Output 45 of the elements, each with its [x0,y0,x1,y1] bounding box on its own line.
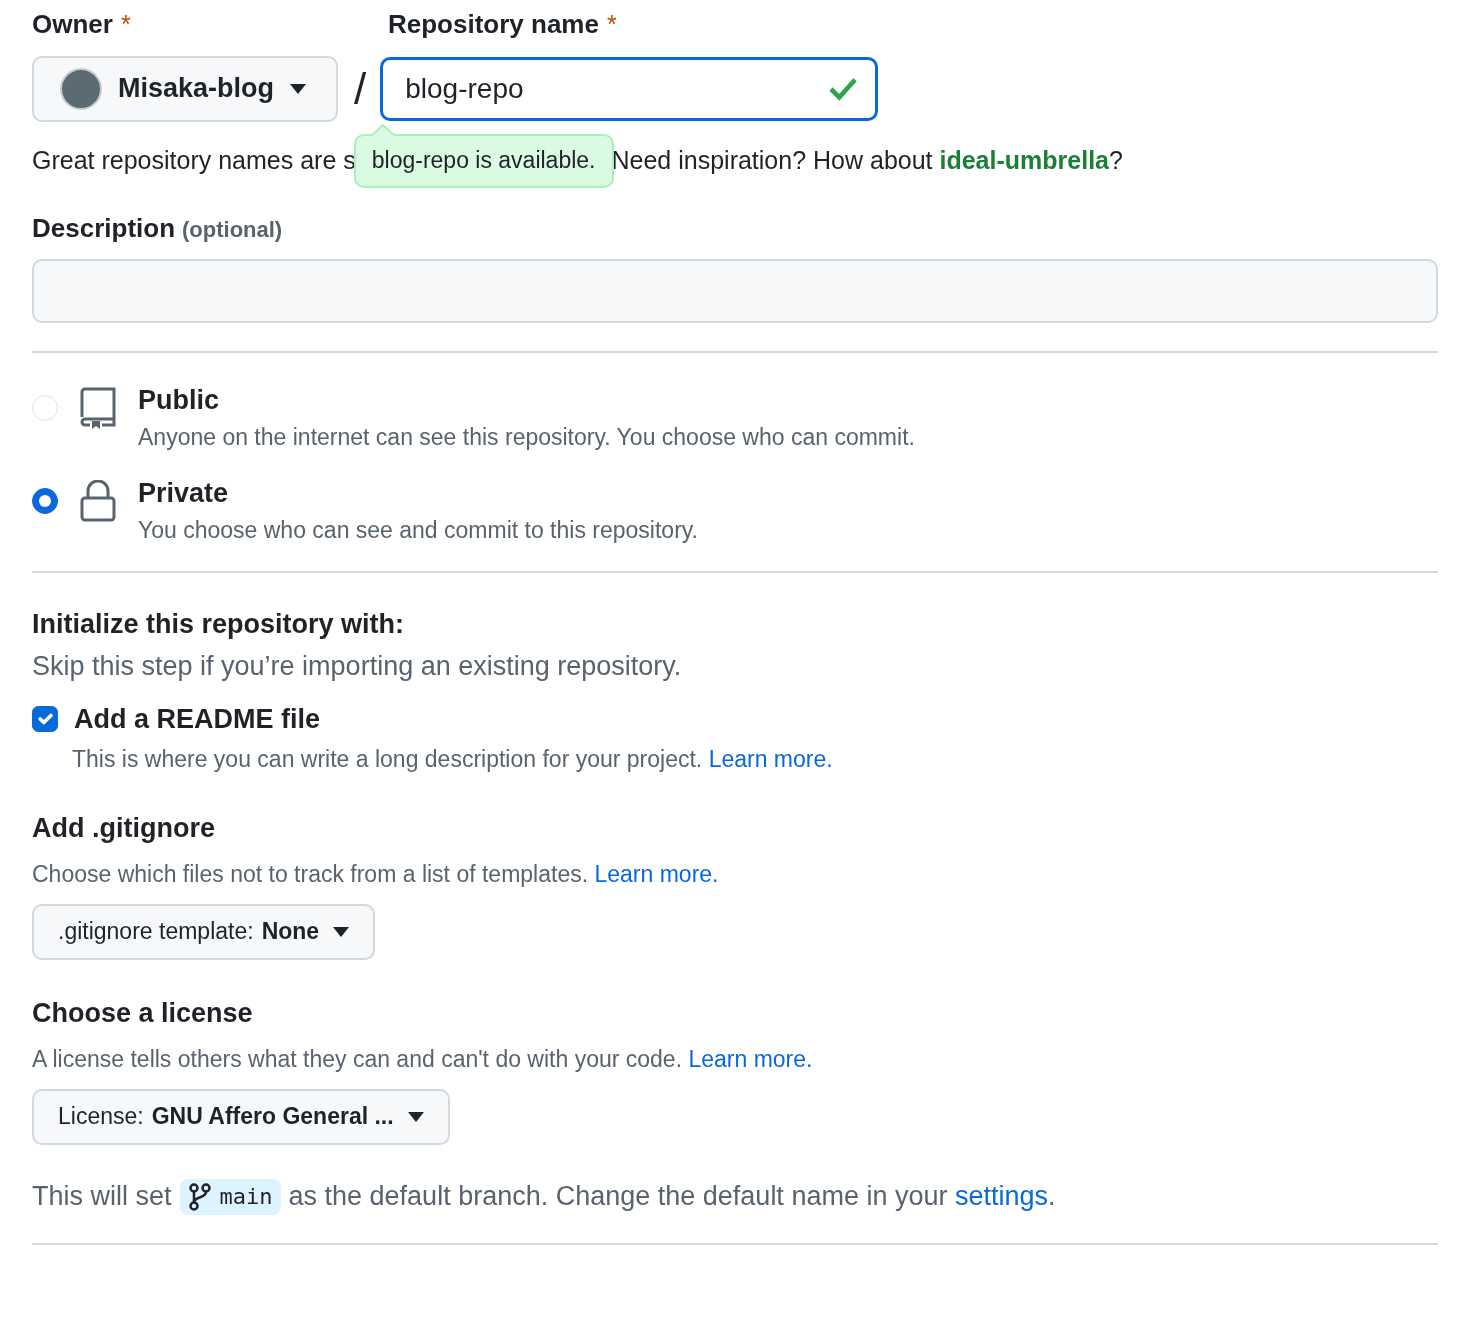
section-title: Add .gitignore [32,811,216,845]
readme-description: This is where you can write a long description for your project. Learn more. [72,744,834,774]
visibility-radio[interactable] [32,488,58,515]
name-suggestion-link[interactable]: ideal-umbrella [939,146,1109,175]
readme-checkbox[interactable] [32,706,58,733]
visibility-title: Public [138,384,220,418]
caret-icon [407,1111,424,1122]
repository-name-label: Repository name [388,9,599,39]
visibility-title: Private [138,477,230,511]
hint-text: Great repository names are s [32,145,356,177]
optional-label: (optional) [182,216,283,242]
readme-label: Add a README file [74,702,321,736]
description-label: Description [32,212,176,243]
branch-icon [187,1182,212,1211]
caret-icon [333,926,350,937]
owner-dropdown[interactable]: Misaka-blog [32,55,338,122]
availability-tooltip: blog-repo is available. [353,133,614,188]
license-description: A license tells others what they can and can't do with your code. Learn more. [32,1044,814,1074]
license-dropdown[interactable]: License: GNU Affero General ... [32,1088,450,1145]
required-mark: * [120,10,131,38]
caret-icon [290,83,307,94]
gitignore-description: Choose which files not to track from a list of templates. Learn more. [32,859,720,889]
section-title: Choose a license [32,996,254,1030]
slash-separator: / [354,66,367,111]
tooltip-arrow [371,123,394,136]
hint-text: Need inspiration? How about ideal-umbrella? [611,145,1123,177]
description-field[interactable] [32,259,1438,324]
avatar [60,67,102,110]
learn-more-link[interactable]: Learn more. [708,745,833,772]
lock-icon [78,480,118,525]
required-mark: * [606,10,617,38]
gitignore-dropdown[interactable]: .gitignore template: None [32,903,376,960]
repository-name-field[interactable]: blog-repo [380,56,879,121]
learn-more-link[interactable]: Learn more. [594,860,719,887]
section-subtitle: Skip this step if you’re importing an existing repository. [32,649,683,683]
learn-more-link[interactable]: Learn more. [688,1045,813,1072]
branch-label: main [179,1178,281,1216]
section-title: Initialize this repository with: [32,608,406,642]
owner-label: Owner [32,9,113,39]
branch-text: This will set [32,1180,172,1214]
visibility-description: Anyone on the internet can see this repository. You choose who can commit. [138,422,915,452]
settings-link[interactable]: settings [954,1181,1049,1212]
book-icon [78,387,118,432]
branch-text: as the default branch. Change the default name in your settings. [288,1180,1056,1214]
visibility-description: You choose who can see and commit to this repository. [138,515,698,545]
